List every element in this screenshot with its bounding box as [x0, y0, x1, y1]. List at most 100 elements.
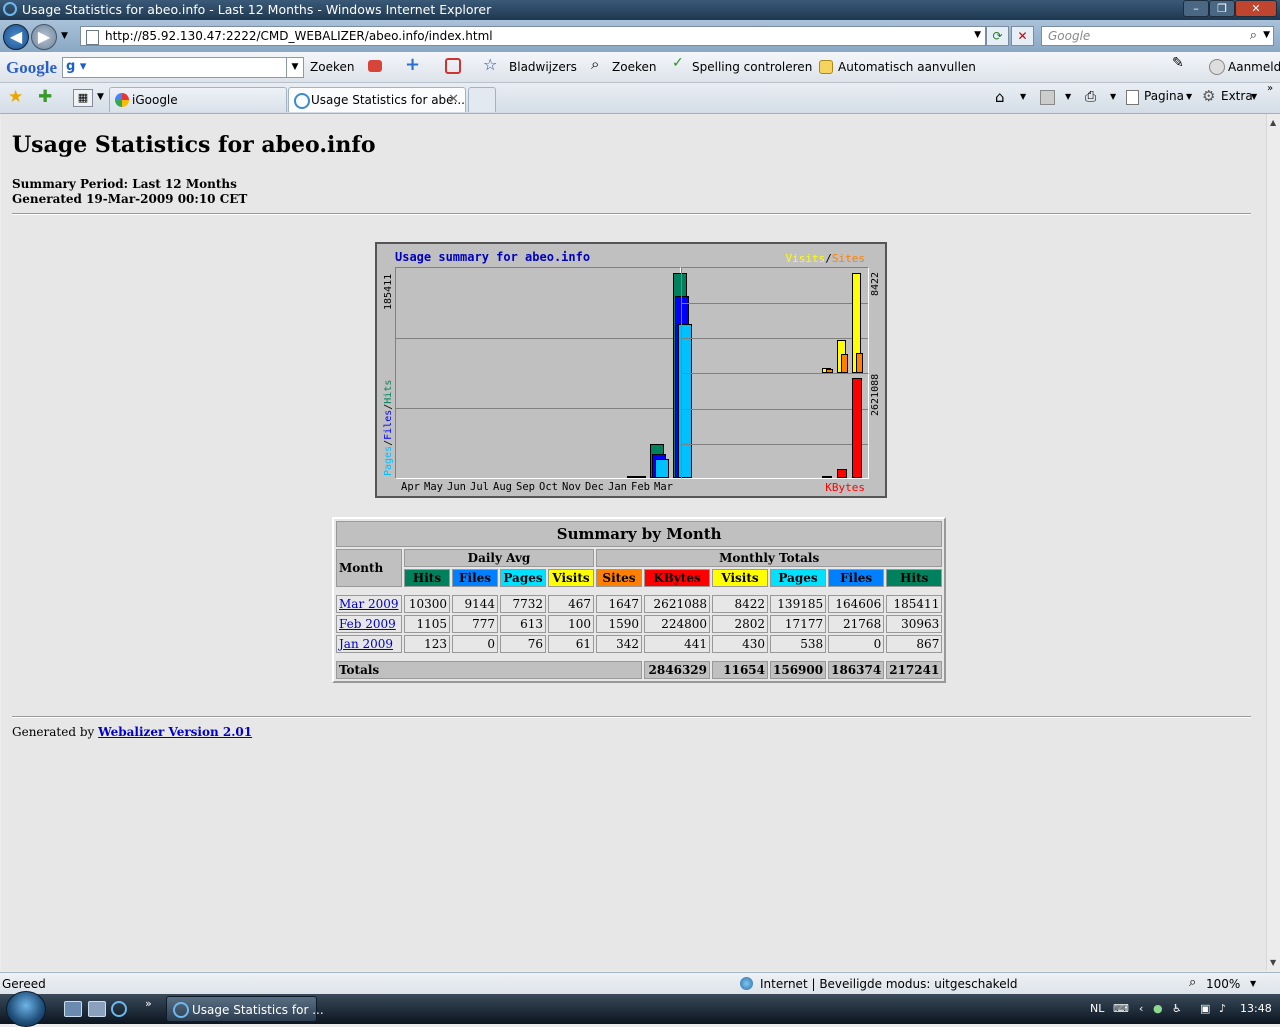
google-search-input[interactable]: g ▾ ▼ [62, 57, 304, 78]
network-icon[interactable]: ▣ [1200, 1002, 1210, 1015]
signin-link[interactable]: Aanmelden [1228, 60, 1280, 74]
month-label: May [424, 481, 443, 493]
bookmarks-menu[interactable]: Bladwijzers [509, 60, 577, 74]
left-max-label: 185411 [383, 273, 394, 310]
tab-igoogle[interactable]: iGoogle [109, 87, 287, 112]
page-menu[interactable]: Pagina [1144, 89, 1184, 103]
language-indicator[interactable]: NL [1090, 1002, 1104, 1015]
month-label: Oct [539, 481, 558, 493]
stop-button[interactable]: ✕ [1011, 26, 1034, 46]
popup-blocker-icon[interactable] [445, 58, 461, 74]
month-link[interactable]: Feb 2009 [339, 617, 396, 631]
monthly-totals-header: Monthly Totals [596, 549, 943, 567]
autofill-icon[interactable] [819, 60, 833, 74]
home-icon[interactable]: ⌂ [995, 88, 1005, 106]
spellcheck-icon[interactable]: ✓ [672, 55, 688, 71]
print-icon[interactable]: ⎙ [1085, 89, 1096, 105]
keyboard-icon[interactable]: ⌨ [1113, 1002, 1129, 1015]
webalizer-link[interactable]: Webalizer Version 2.01 [98, 725, 252, 739]
table-cell: 2802 [712, 615, 768, 633]
month-link[interactable]: Mar 2009 [339, 597, 399, 611]
minimize-button[interactable]: – [1183, 0, 1209, 17]
home-dropdown-icon[interactable]: ▼ [1020, 92, 1026, 101]
axis-hits: Hits [383, 379, 394, 404]
scroll-down-icon[interactable]: ▼ [1270, 958, 1276, 967]
show-desktop-icon[interactable] [64, 1001, 82, 1017]
maximize-button[interactable]: ❐ [1209, 0, 1235, 17]
google-search-button[interactable]: Zoeken [310, 60, 354, 74]
google-dropdown-icon[interactable]: ▼ [286, 58, 303, 77]
print-dropdown-icon[interactable]: ▼ [1110, 92, 1116, 101]
tray-expand-icon[interactable]: ‹ [1139, 1002, 1143, 1015]
summary-period: Summary Period: Last 12 Months [12, 177, 237, 191]
taskbar-ie-icon [173, 1002, 189, 1018]
start-button[interactable] [6, 991, 46, 1027]
quick-tabs-icon[interactable]: ▦ [73, 89, 93, 107]
history-dropdown-icon[interactable]: ▼ [61, 31, 68, 41]
accessibility-icon[interactable]: ♿ [1172, 1002, 1182, 1015]
search-placeholder: Google [1048, 29, 1091, 43]
tab-usage-statistics[interactable]: Usage Statistics for abe... ✕ [288, 87, 466, 112]
axis-files: Files [383, 409, 394, 440]
usage-summary-graph: Usage summary for abeo.info Visits/Sites… [375, 242, 887, 498]
table-cell: 9144 [452, 595, 498, 613]
table-cell: 430 [712, 635, 768, 653]
search-icon[interactable]: ⌕ [1250, 28, 1257, 43]
tools-dropdown-icon[interactable]: ▼ [1251, 92, 1257, 101]
close-button[interactable]: ✕ [1235, 0, 1277, 17]
star-icon[interactable]: ☆ [483, 55, 499, 74]
add-icon[interactable]: + [405, 54, 421, 75]
switch-windows-icon[interactable] [88, 1001, 106, 1017]
top-divider [12, 213, 1251, 215]
google-g-icon[interactable]: g ▾ [66, 59, 86, 74]
zone-text[interactable]: Internet | Beveiligde modus: uitgeschake… [760, 977, 1018, 991]
column-header-pages: Pages [770, 569, 827, 587]
vertical-scrollbar[interactable]: ▲ ▼ [1266, 114, 1280, 971]
ie-quicklaunch-icon[interactable] [111, 1001, 127, 1017]
magnifier-icon[interactable]: ⌕ [591, 55, 607, 73]
tab-list-dropdown-icon[interactable]: ▼ [97, 92, 104, 102]
mail-icon[interactable] [368, 60, 382, 72]
quicklaunch-more-icon[interactable]: » [145, 997, 152, 1010]
autofill-button[interactable]: Automatisch aanvullen [838, 60, 976, 74]
zoom-dropdown-icon[interactable]: ▼ [1250, 979, 1256, 988]
month-link[interactable]: Jan 2009 [339, 637, 393, 651]
zoom-level[interactable]: 100% [1206, 977, 1240, 991]
page-dropdown-icon[interactable]: ▼ [1186, 92, 1192, 101]
back-button[interactable]: ◀ [3, 24, 29, 50]
month-axis-labels: Apr May Jun Jul Aug Sep Oct Nov Dec Jan Feb Mar [401, 481, 677, 493]
forward-button[interactable]: ▶ [31, 24, 57, 50]
month-label: Apr [401, 481, 420, 493]
column-header-pages: Pages [500, 569, 546, 587]
scroll-up-icon[interactable]: ▲ [1270, 118, 1276, 127]
favorites-star-icon[interactable]: ★ [8, 87, 23, 107]
search-dropdown-icon[interactable]: ▼ [1263, 30, 1270, 40]
hits-files-pages-panel [395, 267, 692, 479]
search-field[interactable]: Google ⌕ ▼ [1041, 26, 1274, 46]
spellcheck-button[interactable]: Spelling controleren [692, 60, 812, 74]
taskbar-ie-window[interactable]: Usage Statistics for ... [166, 996, 324, 1022]
add-favorite-icon[interactable]: ✚ [38, 87, 52, 107]
feeds-dropdown-icon[interactable]: ▼ [1065, 92, 1071, 101]
column-header-visits: Visits [548, 569, 594, 587]
search-menu[interactable]: Zoeken [612, 60, 656, 74]
refresh-button[interactable]: ⟳ [986, 26, 1009, 46]
settings-wrench-icon[interactable]: ✎ [1172, 55, 1188, 71]
volume-icon[interactable]: ♪ [1219, 1002, 1226, 1015]
tab-close-icon[interactable]: ✕ [448, 92, 459, 107]
table-cell: 441 [644, 635, 710, 653]
footer: Generated by Webalizer Version 2.01 [12, 725, 252, 739]
new-tab-button[interactable] [468, 87, 496, 112]
table-cell: 100 [548, 615, 594, 633]
table-cell: 76 [500, 635, 546, 653]
month-label: Nov [562, 481, 581, 493]
chevron-more-icon[interactable]: » [1267, 83, 1273, 94]
totals-label: Totals [336, 661, 642, 679]
tools-menu[interactable]: Extra [1221, 89, 1253, 103]
url-field[interactable]: http://85.92.130.47:2222/CMD_WEBALIZER/a… [80, 26, 986, 46]
table-row: Mar 2009 10300 9144 7732 467 1647 2621088 8422 1… [336, 595, 943, 613]
url-dropdown-icon[interactable]: ▼ [974, 30, 981, 40]
users-icon[interactable]: ● [1153, 1002, 1163, 1015]
feeds-icon[interactable] [1040, 90, 1055, 105]
clock[interactable]: 13:48 [1240, 1002, 1272, 1015]
